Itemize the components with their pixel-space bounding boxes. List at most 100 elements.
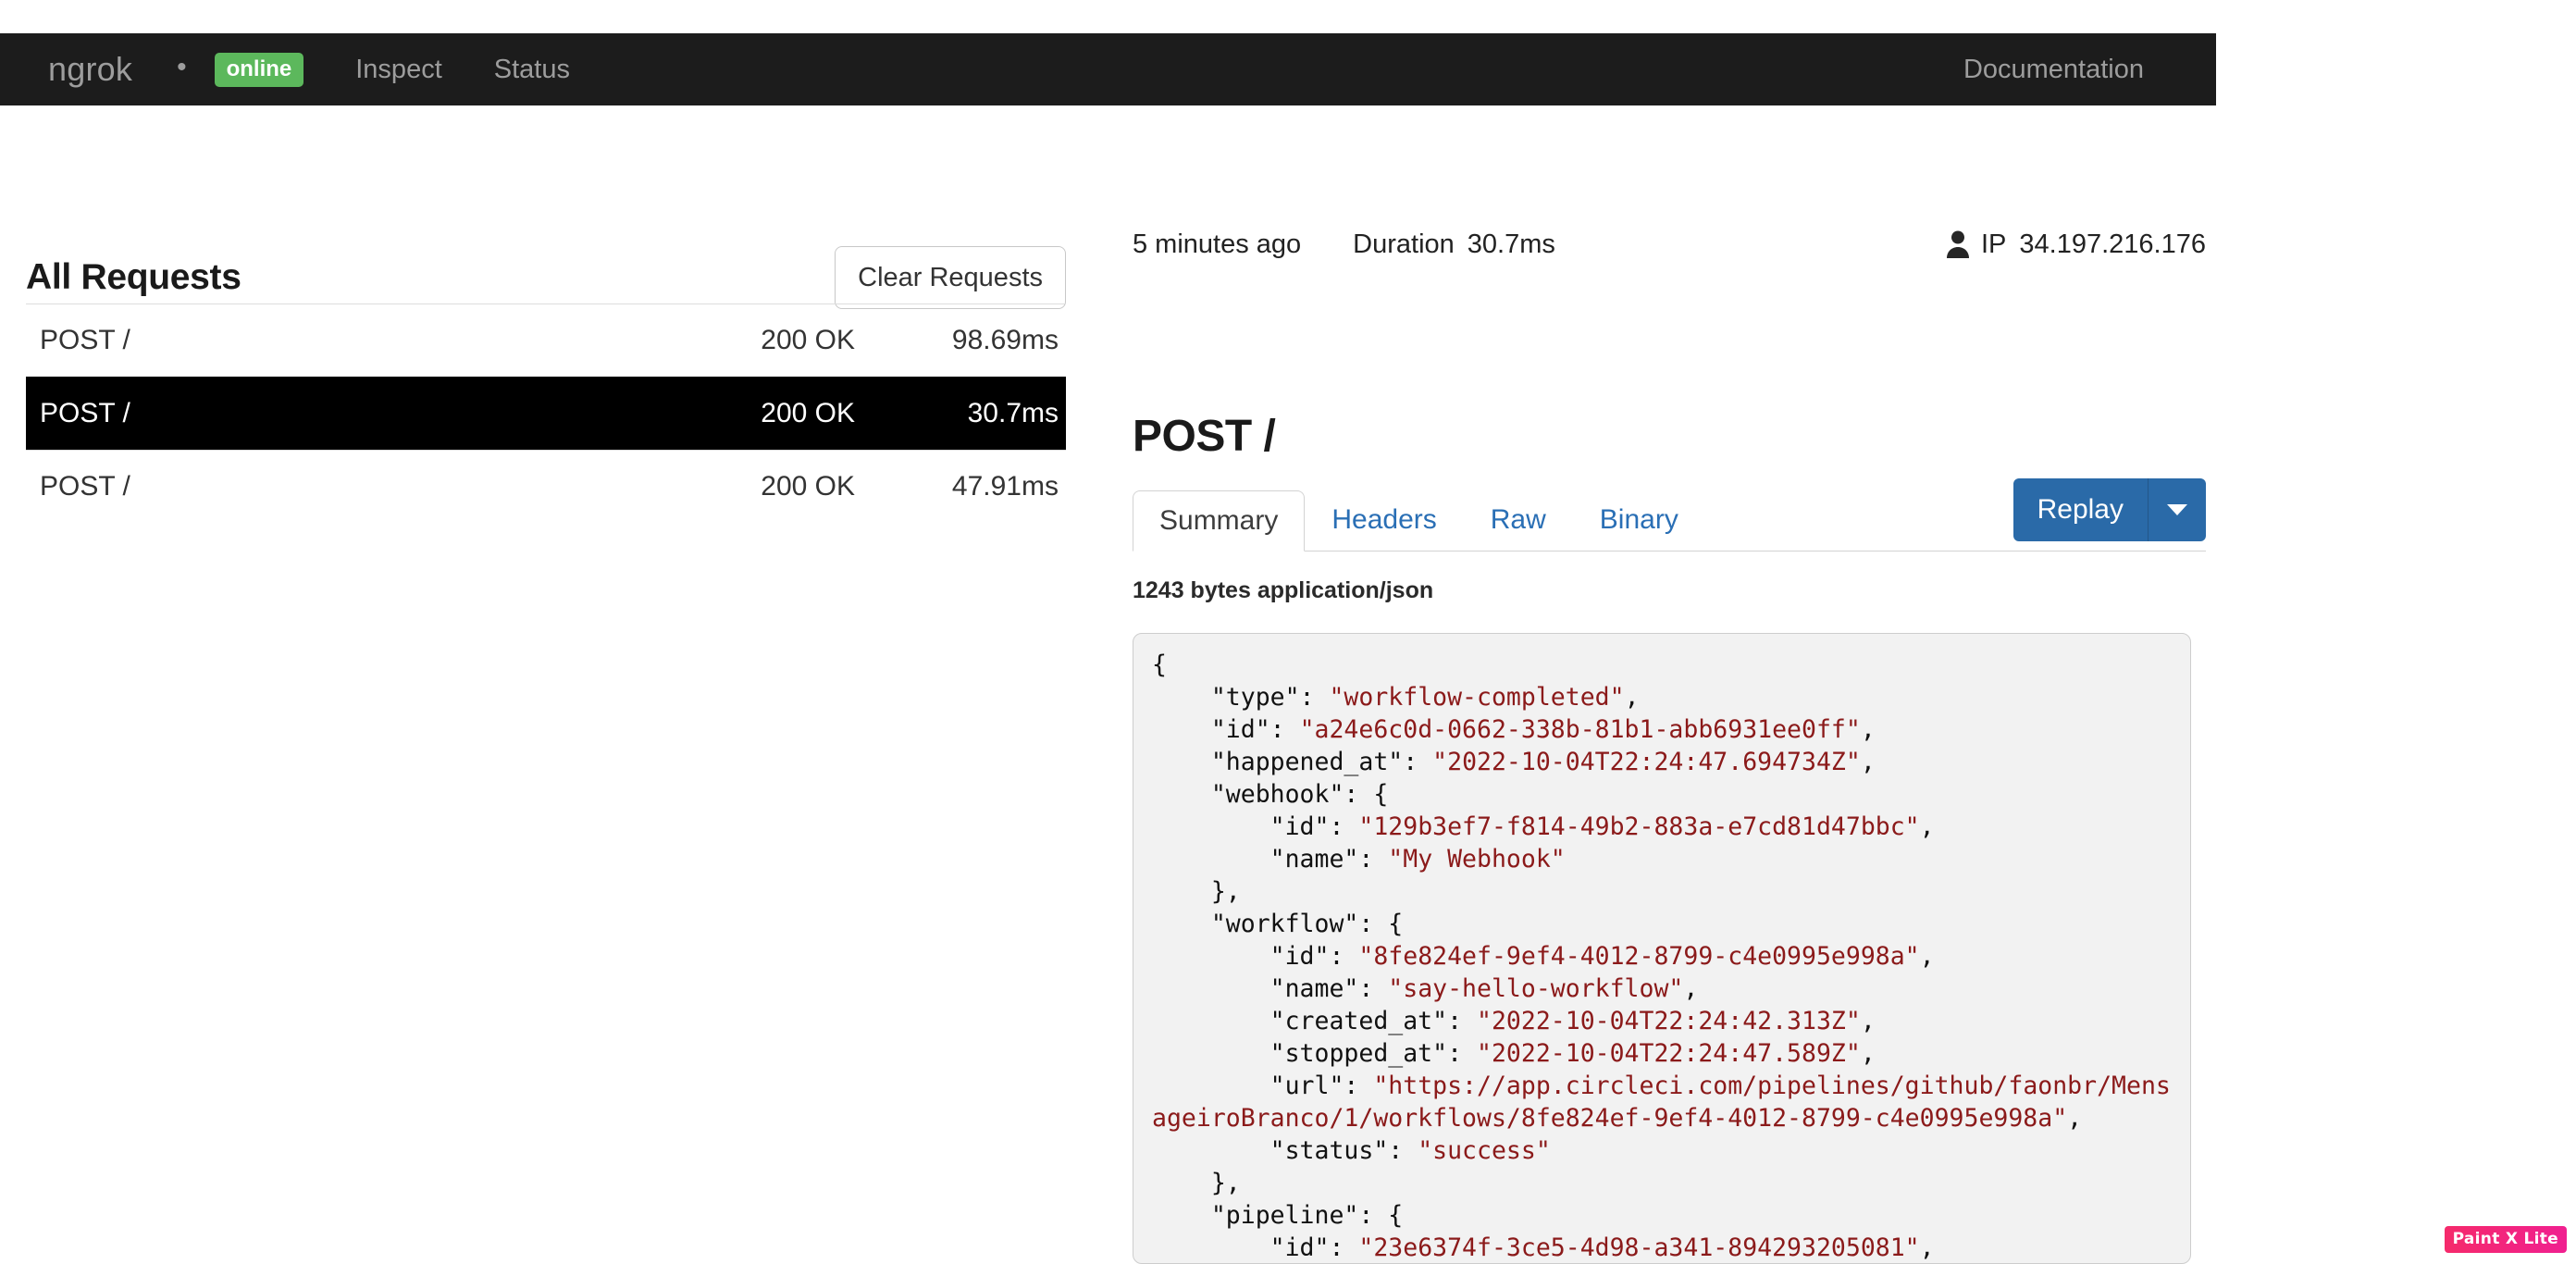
json-token-key: , <box>1919 812 1935 841</box>
json-line: "workflow": { <box>1152 910 1403 938</box>
json-token-key: "created_at": <box>1269 1007 1478 1035</box>
body-size-content-type: 1243 bytes application/json <box>1133 577 1434 603</box>
json-token-key: , <box>1683 974 1699 1003</box>
duration-label: Duration <box>1353 229 1455 259</box>
json-token-str: "8fe824ef-9ef4-4012-8799-c4e0995e998a" <box>1358 942 1920 971</box>
response-body-code-block[interactable]: { "type": "workflow-completed", "id": "a… <box>1133 633 2191 1264</box>
json-line: "pipeline": { <box>1152 1201 1403 1230</box>
json-line: }, <box>1152 1169 1241 1197</box>
json-token-key: "name": <box>1269 974 1389 1003</box>
json-token-key: "id": <box>1269 942 1359 971</box>
status-badge: online <box>214 52 304 87</box>
replay-button[interactable]: Replay <box>2012 478 2149 541</box>
requests-panel: All Requests Clear Requests POST / 200 OK… <box>0 105 1092 1264</box>
request-status: 200 OK <box>761 471 855 502</box>
request-duration: 98.69ms <box>951 325 1059 355</box>
request-status: 200 OK <box>761 398 855 428</box>
detail-title: POST / <box>1133 412 1276 461</box>
json-token-key: , <box>1624 683 1640 712</box>
json-token-str: "My Webhook" <box>1388 845 1566 874</box>
json-token-key: "stopped_at": <box>1269 1039 1478 1068</box>
detail-meta-row: 5 minutes ago Duration 30.7ms IP 34.197.… <box>1133 226 2206 263</box>
json-line: "name": "say-hello-workflow", <box>1152 974 1699 1003</box>
watermark-badge: Paint X Lite <box>2444 1226 2567 1253</box>
json-token-key: "id": <box>1269 1233 1359 1262</box>
json-token-str: "a24e6c0d-0662-338b-81b1-abb6931ee0ff" <box>1299 715 1861 744</box>
replay-button-group: Replay <box>2012 478 2206 541</box>
json-token-key: "status": <box>1269 1136 1418 1165</box>
table-row[interactable]: POST / 200 OK 98.69ms <box>26 304 1066 377</box>
table-row[interactable]: POST / 200 OK 30.7ms <box>26 377 1066 450</box>
json-line: "webhook": { <box>1152 780 1388 809</box>
json-token-key: "id": <box>1210 715 1300 744</box>
json-line: "id": "a24e6c0d-0662-338b-81b1-abb6931ee… <box>1152 715 1876 744</box>
request-list: POST /200 OK 98.69ms POST /200 OK 30.7ms POS… <box>26 304 1066 523</box>
page-title: All Requests <box>26 257 242 297</box>
json-line: "name": "My Webhook" <box>1152 845 1566 874</box>
tab-headers[interactable]: Headers <box>1305 489 1463 551</box>
json-token-key: "name": <box>1269 845 1389 874</box>
tab-binary[interactable]: Binary <box>1573 489 1705 551</box>
table-row[interactable]: POST / 200 OK 47.91ms <box>26 450 1066 523</box>
json-line: "id": "129b3ef7-f814-49b2-883a-e7cd81d47… <box>1152 812 1935 841</box>
nav-link-inspect[interactable]: Inspect <box>355 55 442 85</box>
json-line: "url": "https://app.circleci.com/pipelin… <box>1152 1072 2171 1133</box>
json-line: "type": "workflow-completed", <box>1152 683 1640 712</box>
json-token-str: "2022-10-04T22:24:47.694734Z" <box>1432 748 1861 776</box>
json-token-key: , <box>1919 1233 1935 1262</box>
json-token-key: , <box>1860 1039 1876 1068</box>
json-token-key: , <box>1860 748 1876 776</box>
json-line: "id": "23e6374f-3ce5-4d98-a341-894293205… <box>1152 1233 1935 1262</box>
json-line: "created_at": "2022-10-04T22:24:42.313Z"… <box>1152 1007 1876 1035</box>
json-line: "stopped_at": "2022-10-04T22:24:47.589Z"… <box>1152 1039 1876 1068</box>
json-token-key: }, <box>1210 877 1241 906</box>
json-line: "happened_at": "2022-10-04T22:24:47.6947… <box>1152 748 1876 776</box>
json-token-key: , <box>2067 1104 2083 1133</box>
json-token-key: , <box>1919 942 1935 971</box>
json-token-str: "2022-10-04T22:24:47.589Z" <box>1477 1039 1861 1068</box>
nav-link-documentation[interactable]: Documentation <box>1963 55 2144 85</box>
ip-label: IP <box>1981 229 2007 259</box>
request-method-path: POST / <box>40 471 130 502</box>
json-token-key: "pipeline": { <box>1210 1201 1404 1230</box>
json-line: }, <box>1152 877 1241 906</box>
request-duration: 47.91ms <box>951 471 1059 502</box>
json-token-key: "id": <box>1269 812 1359 841</box>
json-token-str: "2022-10-04T22:24:42.313Z" <box>1477 1007 1861 1035</box>
json-line: "status": "success" <box>1152 1136 1551 1165</box>
request-method-path: POST / <box>40 398 130 428</box>
detail-tab-bar: Summary Headers Raw Binary Replay <box>1133 478 2206 551</box>
response-body-json: { "type": "workflow-completed", "id": "a… <box>1152 649 2172 1263</box>
clear-requests-button[interactable]: Clear Requests <box>835 246 1066 309</box>
person-icon <box>1946 229 1970 259</box>
separator-dot: • <box>177 52 187 82</box>
json-token-key: , <box>1860 715 1876 744</box>
json-line: { <box>1152 651 1167 679</box>
json-token-str: "23e6374f-3ce5-4d98-a341-894293205081" <box>1358 1233 1920 1262</box>
tab-summary[interactable]: Summary <box>1133 490 1306 551</box>
json-token-key: , <box>1860 1007 1876 1035</box>
top-navigation-bar: ngrok • online Inspect Status Documentat… <box>0 33 2216 105</box>
tab-raw[interactable]: Raw <box>1464 489 1573 551</box>
json-token-key: "type": <box>1210 683 1330 712</box>
duration-value: 30.7ms <box>1467 229 1555 259</box>
json-token-key: }, <box>1210 1169 1241 1197</box>
nav-link-status[interactable]: Status <box>494 55 570 85</box>
brand-logo[interactable]: ngrok <box>48 50 132 89</box>
request-status: 200 OK <box>761 325 855 355</box>
json-token-str: "129b3ef7-f814-49b2-883a-e7cd81d47bbc" <box>1358 812 1920 841</box>
json-line: "id": "8fe824ef-9ef4-4012-8799-c4e0995e9… <box>1152 942 1935 971</box>
json-token-str: "success" <box>1418 1136 1551 1165</box>
request-method-path: POST / <box>40 325 130 355</box>
json-token-key: "url": <box>1269 1072 1374 1100</box>
json-token-str: "say-hello-workflow" <box>1388 974 1684 1003</box>
json-token-key: "workflow": { <box>1210 910 1404 938</box>
json-token-key: "happened_at": <box>1210 748 1433 776</box>
ip-value: 34.197.216.176 <box>2019 229 2206 259</box>
chevron-down-icon[interactable] <box>2149 478 2206 541</box>
timestamp-relative: 5 minutes ago <box>1133 229 1302 259</box>
request-detail-panel: 5 minutes ago Duration 30.7ms IP 34.197.… <box>1133 105 2206 1264</box>
json-token-key: "webhook": { <box>1210 780 1389 809</box>
request-duration: 30.7ms <box>967 398 1059 428</box>
json-token-str: "workflow-completed" <box>1329 683 1625 712</box>
